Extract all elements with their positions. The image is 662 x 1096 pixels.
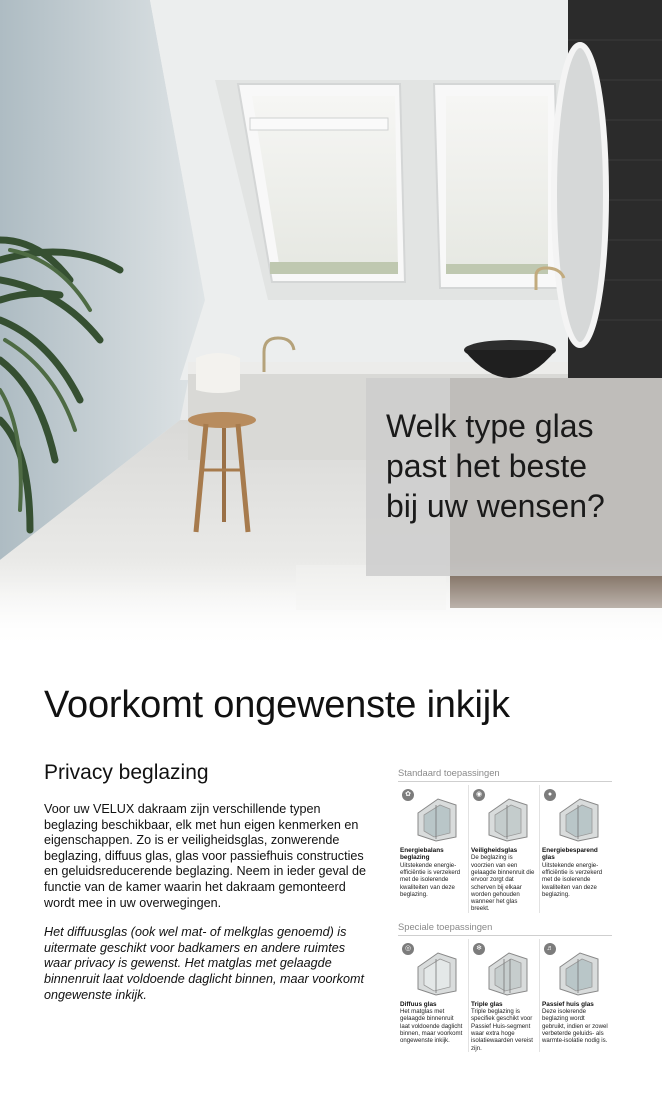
hero-image: Welk type glas past het beste bij uw wen… xyxy=(0,0,662,650)
energy-icon: ● xyxy=(544,789,556,801)
card-description: Triple beglazing is specifiek geschikt v… xyxy=(471,1008,533,1052)
card-title: Veiligheidsglas xyxy=(471,847,518,854)
window-profile-icon xyxy=(559,798,599,842)
glass-card-energy-saving: ● Energiebesparend glas Uitstekende ener… xyxy=(540,785,611,913)
window-profile-icon xyxy=(488,952,528,996)
standard-applications-grid: ✿ Energiebalans beglazing Uitstekende en… xyxy=(398,785,612,913)
card-title: Energiebesparend glas xyxy=(542,847,598,862)
body-text: Voor uw VELUX dakraam zijn verschillende… xyxy=(44,802,374,1017)
special-applications-grid: ◎ Diffuus glas Het matglas met gelaagde … xyxy=(398,938,612,1052)
section-subheading: Privacy beglazing xyxy=(44,761,209,784)
window-frame-thumbnail: ✿ xyxy=(400,787,466,845)
window-profile-icon xyxy=(559,952,599,996)
hero-caption-box: Welk type glas past het beste bij uw wen… xyxy=(366,378,662,576)
hero-title-line-2: past het beste xyxy=(386,448,588,484)
card-description: Deze isolerende beglazing wordt gebruikt… xyxy=(542,1008,608,1045)
glass-card-passive-house: ♬ Passief huis glas Deze isolerende begl… xyxy=(540,939,611,1052)
card-description: Uitstekende energie-efficiëntie is verze… xyxy=(400,861,461,898)
paragraph-intro: Voor uw VELUX dakraam zijn verschillende… xyxy=(44,802,367,910)
card-title: Diffuus glas xyxy=(400,1000,437,1008)
shield-icon: ◉ xyxy=(473,789,485,801)
hero-title-line-3: bij uw wensen? xyxy=(386,488,605,524)
window-frame-thumbnail: ● xyxy=(542,787,608,845)
hero-title-line-1: Welk type glas xyxy=(386,408,594,444)
applications-panel: Standaard toepassingen ✿ Energiebalans b… xyxy=(398,767,612,1052)
window-frame-thumbnail: ◎ xyxy=(400,941,466,999)
hero-title: Welk type glas past het beste bij uw wen… xyxy=(386,406,605,526)
window-profile-icon xyxy=(417,798,457,842)
card-description: De beglazing is voorzien van een gelaagd… xyxy=(471,854,535,913)
snowflake-icon: ❄ xyxy=(473,942,485,955)
card-description: Uitstekende energie-efficiëntie is verze… xyxy=(542,861,603,898)
card-title: Energiebalans beglazing xyxy=(400,847,444,862)
leaf-icon: ✿ xyxy=(402,789,414,801)
glass-card-energy-balance: ✿ Energiebalans beglazing Uitstekende en… xyxy=(398,785,469,913)
glass-card-safety: ◉ Veiligheidsglas De beglazing is voorzi… xyxy=(469,785,540,913)
card-title: Triple glas xyxy=(471,1000,503,1008)
glass-card-diffuse: ◎ Diffuus glas Het matglas met gelaagde … xyxy=(398,938,469,1052)
sound-icon: ♬ xyxy=(544,942,556,955)
special-applications-label: Speciale toepassingen xyxy=(398,921,612,936)
paragraph-diffuse-glass: Het diffuusglas (ook wel mat- of melkgla… xyxy=(44,925,364,1002)
window-profile-icon xyxy=(488,798,528,842)
eye-icon: ◎ xyxy=(402,942,414,955)
page-headline: Voorkomt ongewenste inkijk xyxy=(44,684,510,726)
standard-applications-label: Standaard toepassingen xyxy=(398,767,612,782)
glass-card-triple: ❄ Triple glas Triple beglazing is specif… xyxy=(469,938,540,1052)
window-frame-thumbnail: ◉ xyxy=(471,787,537,845)
card-title: Passief huis glas xyxy=(542,1000,594,1008)
card-description: Het matglas met gelaagde binnenruit laat… xyxy=(400,1008,463,1045)
window-profile-icon xyxy=(417,952,457,996)
window-frame-thumbnail: ❄ xyxy=(471,941,537,999)
window-frame-thumbnail: ♬ xyxy=(542,941,608,999)
